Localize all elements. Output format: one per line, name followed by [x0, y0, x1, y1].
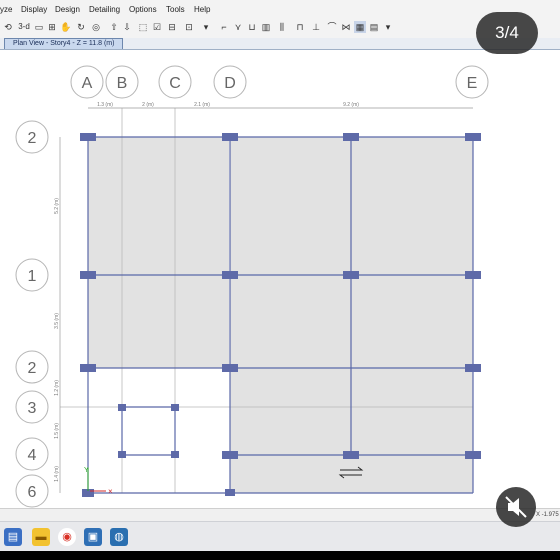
plan-icon[interactable]: ▭: [33, 21, 45, 33]
page-counter[interactable]: 3/4: [476, 12, 538, 54]
column[interactable]: [465, 133, 481, 141]
view-tab-strip: Plan View - Story4 - Z = 11.8 (m): [0, 38, 560, 50]
x-grid-bubbles: A B C D E: [70, 65, 489, 99]
dimension-label: 2.1 (m): [194, 102, 210, 108]
column[interactable]: [118, 451, 126, 458]
column[interactable]: [80, 133, 96, 141]
draw-wall-icon[interactable]: ⊔: [246, 21, 258, 33]
menu-analyze[interactable]: yze: [0, 5, 12, 14]
column[interactable]: [118, 404, 126, 411]
grid-icon[interactable]: ▦: [354, 21, 366, 33]
column[interactable]: [343, 271, 359, 279]
svg-text:×: ×: [108, 487, 113, 496]
move-down-icon[interactable]: ⇩: [121, 21, 133, 33]
folder-icon[interactable]: ▬: [32, 528, 50, 546]
plan-drawing[interactable]: Y × A B C D E 1.3 (m) 2 (m) 2.1 (m) 9.2 …: [0, 50, 560, 508]
column[interactable]: [171, 404, 179, 411]
column[interactable]: [465, 451, 481, 459]
grid-label-d: D: [224, 75, 236, 92]
grid-label-b: B: [117, 75, 128, 92]
draw-column-icon[interactable]: ⫼: [276, 21, 288, 33]
safe-icon[interactable]: ◍: [110, 528, 128, 546]
view-icon[interactable]: ◎: [90, 21, 102, 33]
dimension-label: 9.2 (m): [343, 102, 359, 108]
select-icon[interactable]: ⬚: [137, 21, 149, 33]
dimension-label: 3.5 (m): [54, 313, 60, 329]
column[interactable]: [80, 271, 96, 279]
draw-brace-icon[interactable]: ⋎: [232, 21, 244, 33]
column[interactable]: [171, 451, 179, 458]
grid-label-1: 1: [28, 268, 37, 285]
coordinate-readout: X -1.975: [536, 512, 559, 518]
slab-panel[interactable]: [88, 137, 229, 368]
move-up-icon[interactable]: ⇧: [108, 21, 120, 33]
menu-help[interactable]: Help: [194, 5, 210, 14]
column[interactable]: [465, 271, 481, 279]
column[interactable]: [222, 271, 238, 279]
dropdown-icon[interactable]: ▾: [382, 21, 394, 33]
draw-frame-icon[interactable]: ⌐: [218, 21, 230, 33]
grid-label-6: 6: [28, 484, 37, 501]
menu-options[interactable]: Options: [129, 5, 157, 14]
svg-text:Y: Y: [84, 467, 89, 474]
elevation-icon[interactable]: ⊞: [46, 21, 58, 33]
slabs: [88, 137, 473, 493]
chrome-icon[interactable]: ◉: [58, 528, 76, 546]
column[interactable]: [222, 133, 238, 141]
taskbar: ▤ ▬ ◉ ▣ ◍: [0, 521, 560, 552]
rotate-icon[interactable]: ⟲: [2, 21, 14, 33]
dimension-label: 1.4 (m): [54, 466, 60, 482]
draw-slab-icon[interactable]: ▥: [260, 21, 272, 33]
grid-label-3: 3: [28, 400, 37, 417]
object-shrink-icon[interactable]: ⊟: [166, 21, 178, 33]
mute-icon[interactable]: [496, 487, 536, 527]
x-dimension-labels: 1.3 (m) 2 (m) 2.1 (m) 9.2 (m): [97, 102, 359, 108]
column[interactable]: [465, 364, 481, 372]
grid-label-a: A: [82, 75, 93, 92]
dimension-label: 2 (m): [142, 102, 154, 108]
etabs-icon[interactable]: ▣: [84, 528, 102, 546]
grid-label-2b: 2: [28, 360, 37, 377]
column[interactable]: [343, 451, 359, 459]
column[interactable]: [222, 364, 238, 372]
status-bar: X -1.975: [0, 508, 560, 522]
section-cut-icon[interactable]: ⊥: [310, 21, 322, 33]
tab-plan-view[interactable]: Plan View - Story4 - Z = 11.8 (m): [4, 38, 124, 49]
dimension-label: 1.3 (m): [97, 102, 113, 108]
y-dimension-labels: 5.2 (m) 3.5 (m) 1.2 (m) 1.5 (m) 1.4 (m): [54, 198, 60, 482]
refresh-icon[interactable]: ↻: [75, 21, 87, 33]
dimension-label: 1.5 (m): [54, 423, 60, 439]
snap-icon[interactable]: ⌒: [326, 21, 338, 33]
grid-label-4: 4: [28, 447, 37, 464]
column[interactable]: [222, 451, 238, 459]
video-bottom-bar: [0, 551, 560, 560]
dropdown-icon[interactable]: ▾: [200, 21, 212, 33]
truss-icon[interactable]: ⋈: [340, 21, 352, 33]
grid-label-c: C: [169, 75, 181, 92]
column[interactable]: [225, 489, 235, 496]
menu-display[interactable]: Display: [21, 5, 47, 14]
dimension-label: 1.2 (m): [54, 380, 60, 396]
y-grid-bubbles: 2 1 2 3 4 6: [15, 120, 49, 508]
grid-label-2: 2: [28, 130, 37, 147]
menu-tools[interactable]: Tools: [166, 5, 185, 14]
pan-icon[interactable]: ✋: [60, 21, 72, 33]
display-options-icon[interactable]: ⊡: [183, 21, 195, 33]
column[interactable]: [80, 364, 96, 372]
column[interactable]: [343, 133, 359, 141]
grid-label-e: E: [467, 75, 478, 92]
table-icon[interactable]: ▤: [368, 21, 380, 33]
checkbox-icon[interactable]: ☑: [151, 21, 163, 33]
draw-beam-icon[interactable]: ⊓: [294, 21, 306, 33]
menu-bar: yze Display Design Detailing Options Too…: [0, 0, 560, 18]
menu-design[interactable]: Design: [55, 5, 80, 14]
app-icon[interactable]: ▤: [4, 528, 22, 546]
model-canvas[interactable]: Y × A B C D E 1.3 (m) 2 (m) 2.1 (m) 9.2 …: [0, 50, 560, 508]
menu-detailing[interactable]: Detailing: [89, 5, 120, 14]
view-3d-button[interactable]: 3-d: [16, 21, 32, 33]
dimension-label: 5.2 (m): [54, 198, 60, 214]
